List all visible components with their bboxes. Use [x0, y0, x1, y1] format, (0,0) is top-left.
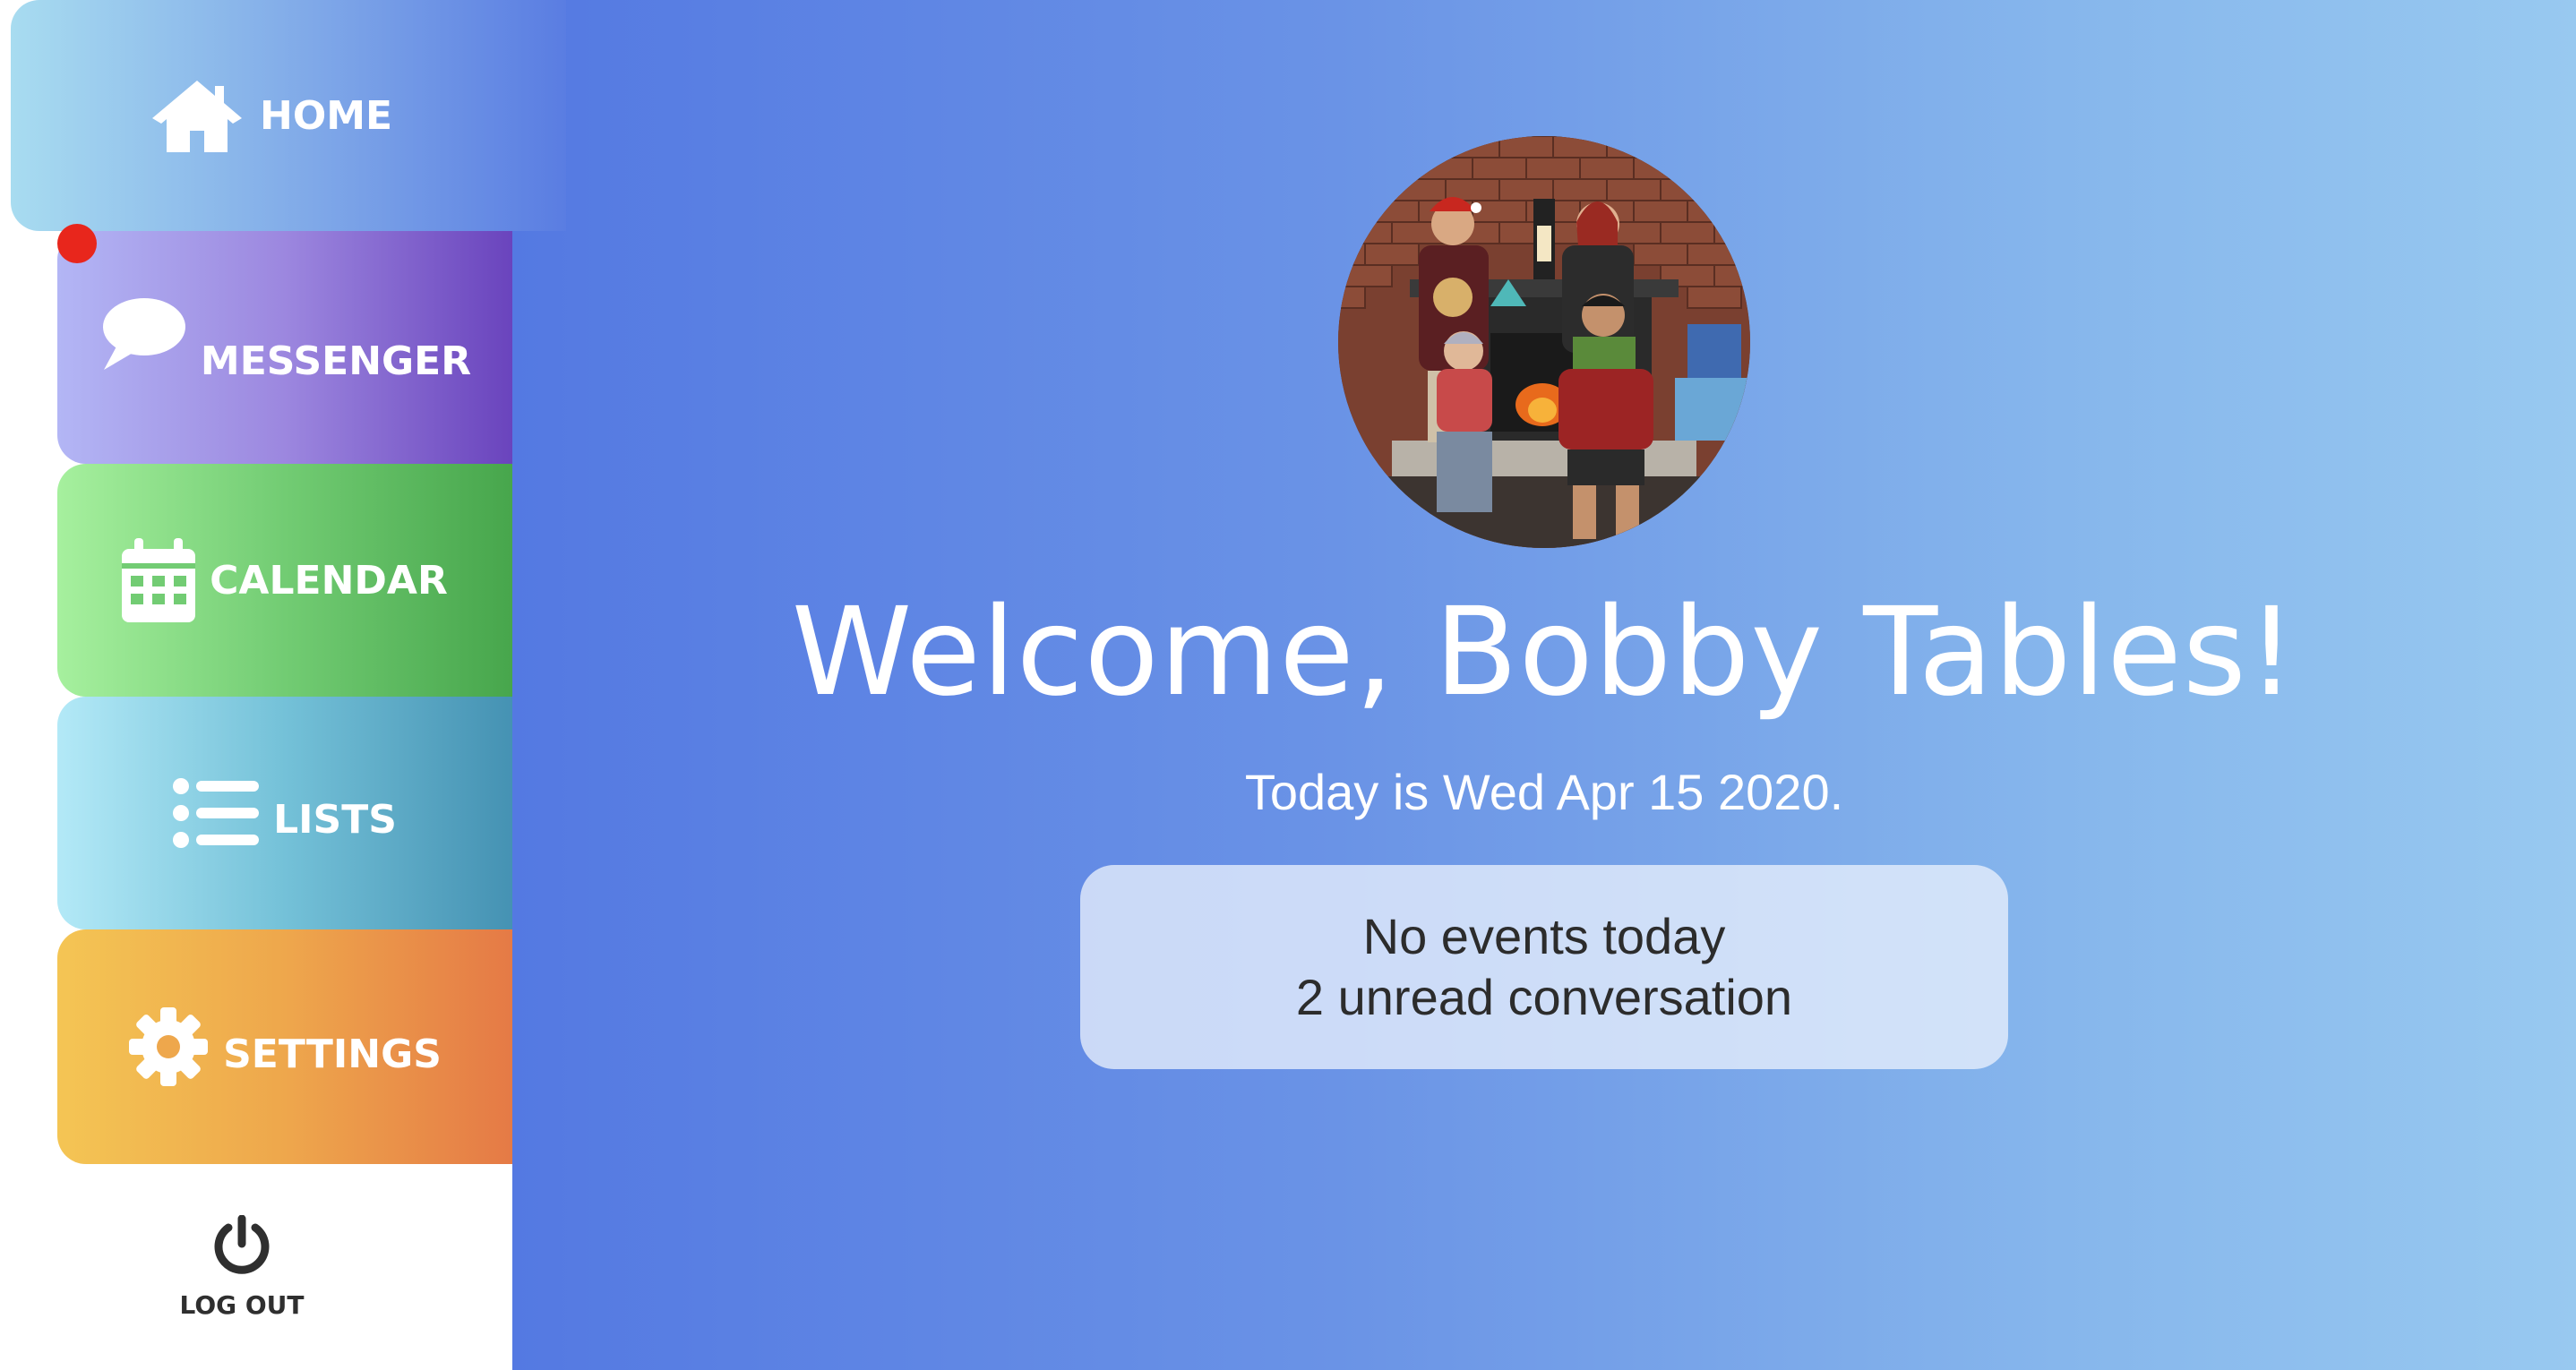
sidebar-item-label: CALENDAR — [210, 557, 448, 604]
logout-label: LOG OUT — [179, 1289, 305, 1320]
sidebar-item-settings[interactable]: SETTINGS — [57, 929, 512, 1164]
app-root: HOME MESSENGER CALENDAR LISTS SETTINGS L… — [0, 0, 2576, 1370]
sidebar-item-label: MESSENGER — [200, 338, 472, 384]
calendar-icon — [122, 538, 196, 622]
logout-button[interactable]: LOG OUT — [57, 1164, 512, 1370]
sidebar-item-messenger[interactable]: MESSENGER — [57, 231, 512, 464]
sidebar-item-label: HOME — [260, 92, 393, 139]
sidebar-item-label: LISTS — [273, 796, 397, 843]
list-icon — [173, 777, 260, 849]
conversations-summary: 2 unread conversation — [1295, 969, 1793, 1025]
home-icon — [149, 77, 245, 154]
sidebar-item-lists[interactable]: LISTS — [57, 697, 512, 929]
profile-photo — [1338, 136, 1750, 548]
events-summary: No events today — [1362, 908, 1726, 964]
chat-bubble-icon — [99, 296, 186, 372]
sidebar-item-home[interactable]: HOME — [11, 0, 566, 231]
today-date: Today is Wed Apr 15 2020. — [1244, 764, 1844, 820]
gear-icon — [128, 1006, 209, 1087]
welcome-heading: Welcome, Bobby Tables! — [791, 582, 2297, 724]
sidebar-item-calendar[interactable]: CALENDAR — [57, 464, 512, 697]
power-icon — [212, 1214, 271, 1280]
sidebar: HOME MESSENGER CALENDAR LISTS SETTINGS L… — [0, 0, 566, 1370]
summary-card: No events today 2 unread conversation — [1080, 865, 2008, 1069]
sidebar-item-label: SETTINGS — [223, 1031, 442, 1077]
notification-badge — [57, 224, 97, 263]
